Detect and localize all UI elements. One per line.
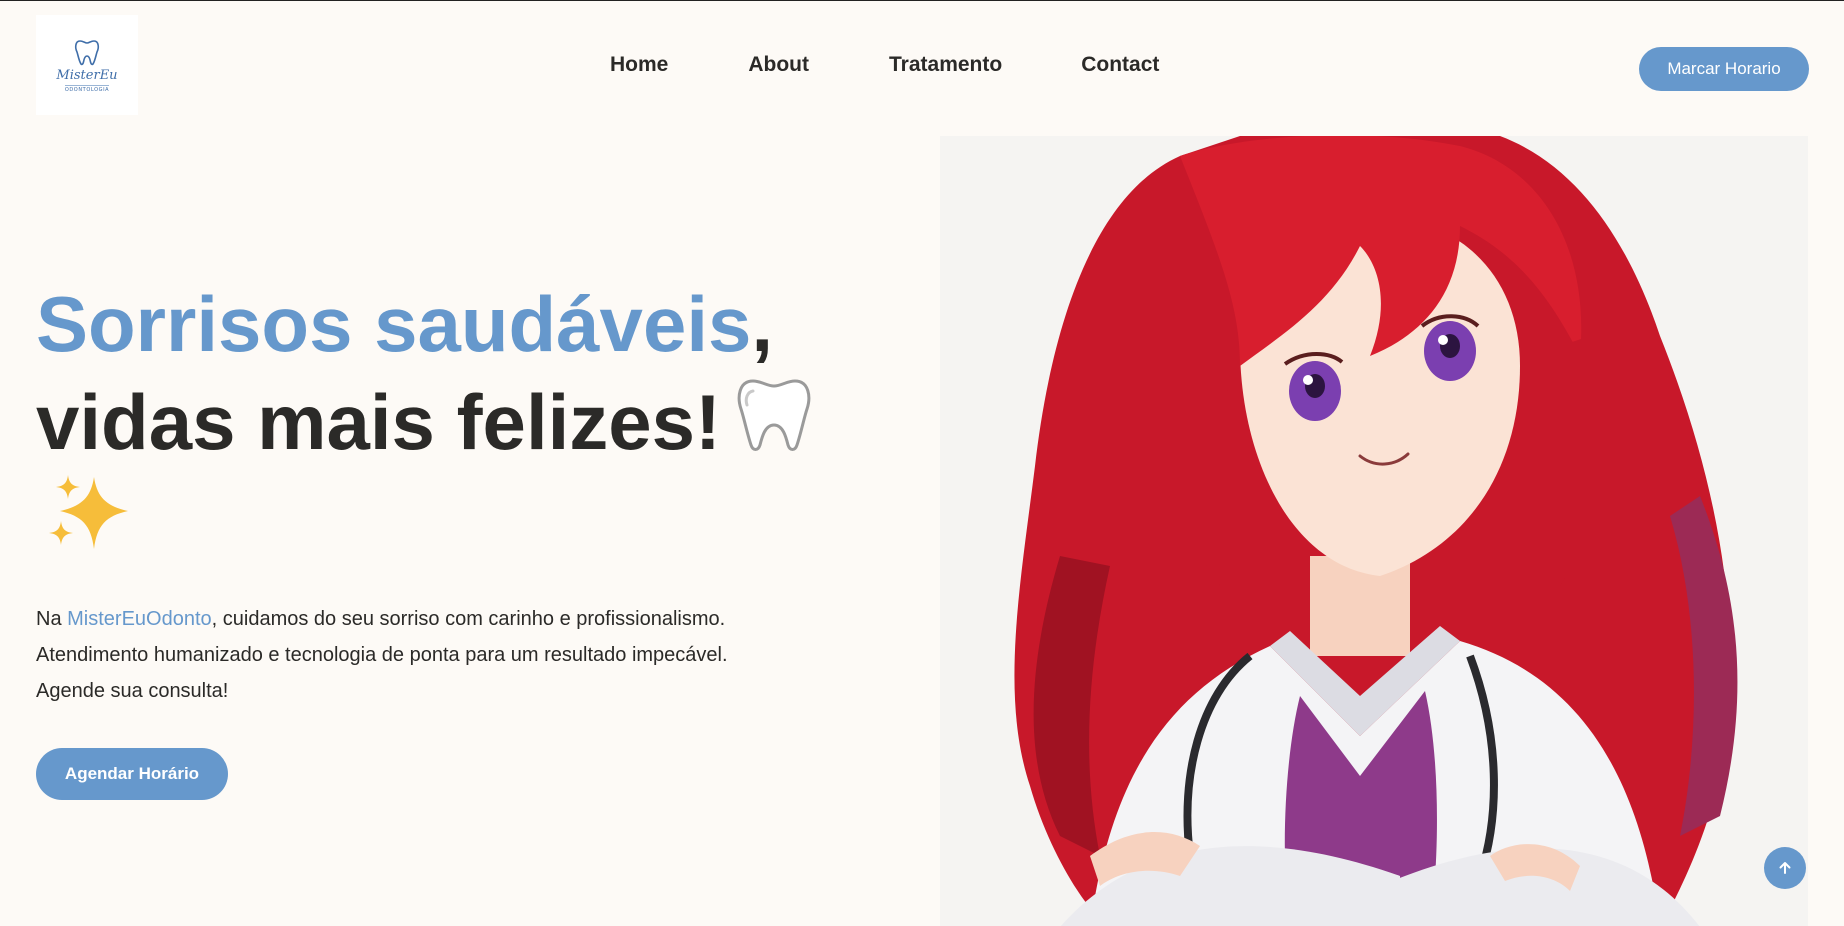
site-logo[interactable]: MisterEu ODONTOLOGIA [36, 15, 138, 115]
agendar-horario-button[interactable]: Agendar Horário [36, 748, 228, 800]
tooth-logo-icon [74, 40, 100, 66]
nav-home[interactable]: Home [610, 53, 668, 77]
hero-text-brand: MisterEuOdonto [67, 608, 212, 630]
hero-text-line3: Agende sua consulta! [36, 680, 229, 702]
hero-doctor-image [940, 136, 1808, 926]
hero-description: Na MisterEuOdonto, cuidamos do seu sorri… [36, 601, 836, 709]
sparkles-icon [48, 475, 134, 555]
hero-text-line1: , cuidamos do seu sorriso com carinho e … [211, 608, 726, 630]
hero-text-line2: Atendimento humanizado e tecnologia de p… [36, 644, 728, 666]
hero-title-comma: , [751, 280, 774, 368]
tooth-icon [731, 375, 817, 455]
hero-title: Sorrisos saudáveis, vidas mais felizes! [36, 275, 856, 471]
hero-title-accent: Sorrisos saudáveis [36, 280, 752, 368]
site-header: MisterEu ODONTOLOGIA Home About Tratamen… [0, 1, 1844, 131]
nav-contact[interactable]: Contact [1081, 53, 1159, 77]
marcar-horario-button[interactable]: Marcar Horario [1639, 47, 1809, 91]
logo-sub-text: ODONTOLOGIA [64, 85, 110, 93]
logo-script-text: MisterEu [56, 68, 118, 83]
scroll-to-top-button[interactable] [1764, 847, 1806, 889]
hero-title-line2: vidas mais felizes! [36, 378, 722, 466]
hero-text-prefix: Na [36, 608, 68, 630]
arrow-up-icon [1779, 862, 1791, 874]
nav-tratamento[interactable]: Tratamento [889, 53, 1002, 77]
nav-about[interactable]: About [748, 53, 809, 77]
main-nav: Home About Tratamento Contact [610, 53, 1159, 77]
